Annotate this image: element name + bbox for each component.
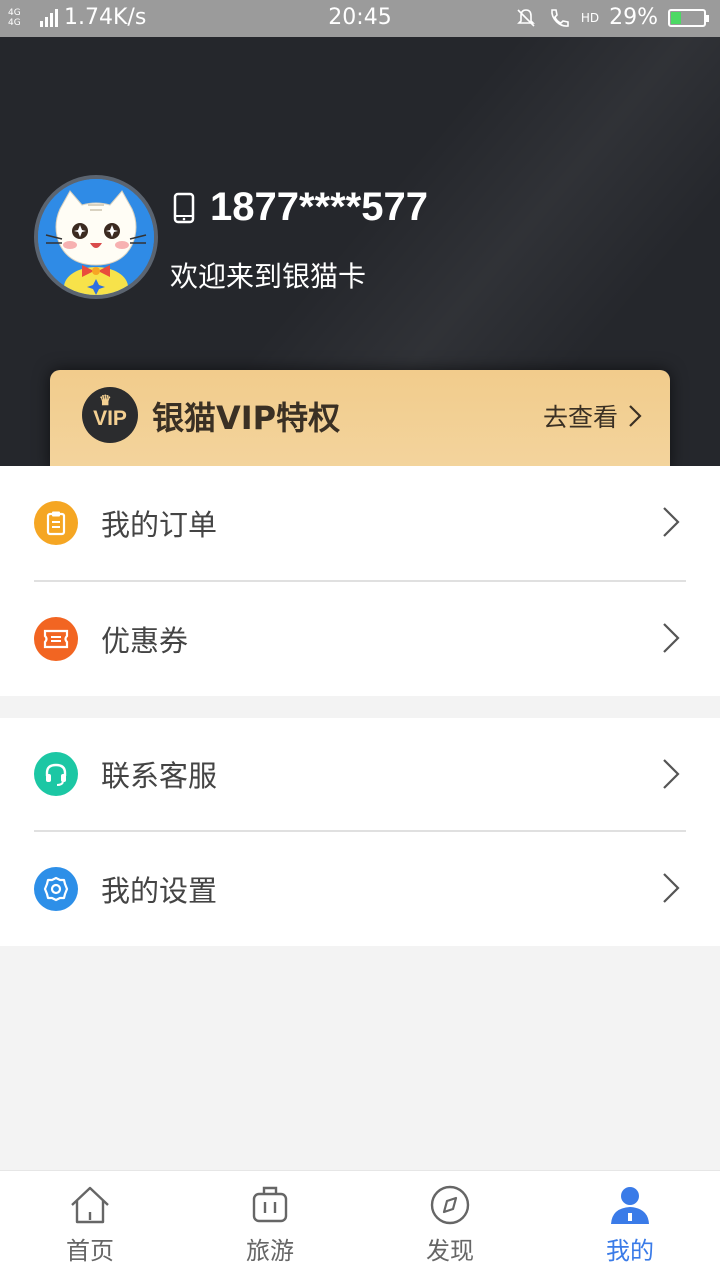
tab-label: 旅游 xyxy=(246,1237,294,1265)
menu-item-orders[interactable]: 我的订单 xyxy=(0,466,720,580)
call-icon xyxy=(551,8,569,27)
vip-privilege-card[interactable]: ♛ VIP 银猫VIP特权 去查看 xyxy=(50,370,670,466)
bottom-tab-bar: 首页 旅游 发现 我的 xyxy=(0,1170,720,1280)
cat-avatar-icon xyxy=(38,179,154,295)
menu-label: 联系客服 xyxy=(101,759,218,793)
chevron-right-icon xyxy=(663,507,680,537)
chevron-right-icon xyxy=(663,759,680,789)
hd-indicator: HD xyxy=(580,10,600,25)
menu-group-service: 联系客服 我的设置 xyxy=(0,718,720,946)
avatar[interactable] xyxy=(34,175,158,299)
vip-view-link[interactable]: 去查看 xyxy=(543,398,642,434)
compass-icon xyxy=(430,1185,470,1225)
tab-travel[interactable]: 旅游 xyxy=(180,1171,360,1280)
gear-icon xyxy=(34,867,78,911)
status-bar: 4G 4G 1.74K/s 20:45 HD 29% xyxy=(0,0,720,37)
tab-label: 我的 xyxy=(606,1237,654,1265)
tab-label: 首页 xyxy=(66,1237,114,1265)
tab-home[interactable]: 首页 xyxy=(0,1171,180,1280)
battery-icon xyxy=(668,8,709,27)
mobile-phone-icon xyxy=(173,192,195,223)
battery-percent: 29% xyxy=(609,5,658,30)
headset-icon xyxy=(34,752,78,796)
vip-title: 银猫VIP特权 xyxy=(152,399,341,437)
menu-label: 我的订单 xyxy=(101,508,218,542)
menu-label: 优惠券 xyxy=(101,624,189,658)
menu-label: 我的设置 xyxy=(101,874,218,908)
vip-badge-icon: ♛ VIP xyxy=(82,387,138,443)
menu-group-orders: 我的订单 优惠券 xyxy=(0,466,720,696)
chevron-right-icon xyxy=(663,873,680,903)
home-icon xyxy=(71,1186,109,1224)
profile-header: 1877****577 欢迎来到银猫卡 ♛ VIP 银猫VIP特权 去查看 xyxy=(0,37,720,466)
welcome-text: 欢迎来到银猫卡 xyxy=(170,260,367,293)
menu-item-coupons[interactable]: 优惠券 xyxy=(0,582,720,696)
phone-number: 1877****577 xyxy=(210,185,428,229)
user-icon xyxy=(611,1187,649,1224)
mute-bell-icon xyxy=(516,8,535,27)
ticket-icon xyxy=(34,617,78,661)
menu-item-settings[interactable]: 我的设置 xyxy=(0,832,720,946)
menu-item-customer-service[interactable]: 联系客服 xyxy=(0,718,720,830)
chevron-right-icon xyxy=(629,405,642,427)
tab-discover[interactable]: 发现 xyxy=(360,1171,540,1280)
tab-label: 发现 xyxy=(426,1237,474,1265)
suitcase-icon xyxy=(252,1186,288,1223)
clipboard-icon xyxy=(34,501,78,545)
tab-mine[interactable]: 我的 xyxy=(540,1171,720,1280)
chevron-right-icon xyxy=(663,623,680,653)
crown-icon: ♛ xyxy=(99,392,112,408)
